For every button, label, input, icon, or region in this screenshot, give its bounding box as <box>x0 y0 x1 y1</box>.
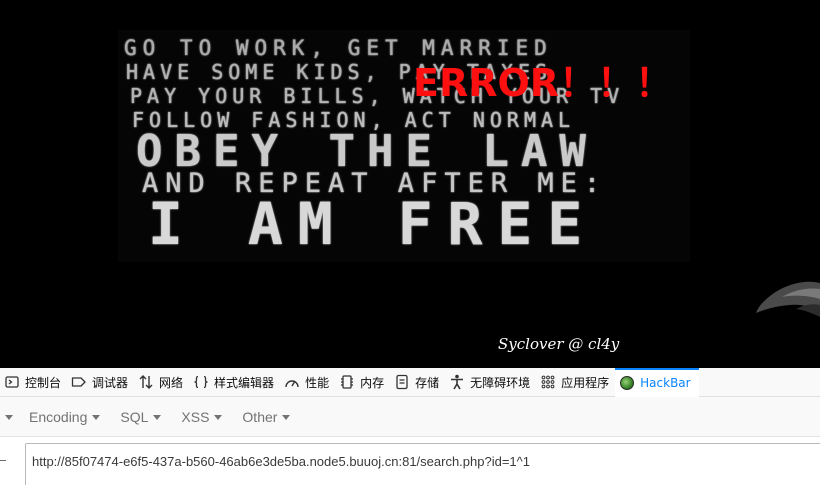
tab-label: 内存 <box>360 375 385 390</box>
chevron-down-icon <box>282 415 291 420</box>
sql-menu[interactable]: SQL <box>110 397 171 437</box>
menu-label: Other <box>242 408 278 425</box>
memory-icon <box>339 374 355 390</box>
tab-label: 控制台 <box>25 375 62 390</box>
console-icon <box>4 374 20 390</box>
tab-label: 无障碍环境 <box>470 375 531 390</box>
chevron-down-icon <box>92 415 101 420</box>
hackbar-panel: http://85f07474-e6f5-437a-b560-46ab6e3de… <box>0 437 820 485</box>
tab-label: HackBar <box>640 376 691 390</box>
debugger-icon <box>71 374 87 390</box>
error-message: ERROR！！！ <box>413 61 674 105</box>
network-icon <box>138 374 154 390</box>
tab-label: 存储 <box>415 375 440 390</box>
tab-memory[interactable]: 内存 <box>335 368 390 397</box>
menu-label: SQL <box>120 408 149 425</box>
devtools-tab-bar: 控制台 调试器 网络 样式编辑器 性能 内存 存储 无障碍环境 应用程序 Hac… <box>0 367 820 397</box>
tab-application[interactable]: 应用程序 <box>536 368 615 397</box>
xss-menu[interactable]: XSS <box>171 397 232 437</box>
menu-label: XSS <box>181 408 210 425</box>
web-page-viewport: go to work, get married have some kids, … <box>0 0 820 368</box>
tab-label: 应用程序 <box>561 375 610 390</box>
chevron-down-icon <box>5 415 13 420</box>
divider <box>0 460 6 461</box>
tab-network[interactable]: 网络 <box>134 368 189 397</box>
chevron-down-icon <box>214 415 223 420</box>
encoding-menu[interactable]: Encoding <box>19 397 110 437</box>
poster-text-line: i am free <box>148 190 598 258</box>
style-editor-icon <box>193 374 209 390</box>
hackbar-icon <box>619 375 635 391</box>
decorative-shape-icon <box>756 281 820 317</box>
tab-label: 样式编辑器 <box>214 375 275 390</box>
menu-label: Encoding <box>29 408 88 425</box>
browser-window: go to work, get married have some kids, … <box>0 0 820 485</box>
tab-performance[interactable]: 性能 <box>280 368 335 397</box>
tab-accessibility[interactable]: 无障碍环境 <box>445 368 536 397</box>
tab-storage[interactable]: 存储 <box>390 368 445 397</box>
application-icon <box>540 374 556 390</box>
hackbar-toolbar: Encoding SQL XSS Other <box>0 397 820 437</box>
tab-label: 网络 <box>159 375 184 390</box>
url-input[interactable]: http://85f07474-e6f5-437a-b560-46ab6e3de… <box>25 443 820 485</box>
tab-hackbar[interactable]: HackBar <box>615 367 699 397</box>
tab-debugger[interactable]: 调试器 <box>67 368 134 397</box>
performance-icon <box>284 374 300 390</box>
tab-style-editor[interactable]: 样式编辑器 <box>189 368 280 397</box>
hackbar-menu-hidden[interactable] <box>0 397 19 437</box>
tab-label: 性能 <box>305 375 330 390</box>
chevron-down-icon <box>153 415 162 420</box>
tab-label: 调试器 <box>92 375 129 390</box>
other-menu[interactable]: Other <box>232 397 300 437</box>
storage-icon <box>394 374 410 390</box>
signature-text: Syclover @ cl4y <box>498 335 620 353</box>
tab-console[interactable]: 控制台 <box>0 368 67 397</box>
accessibility-icon <box>449 374 465 390</box>
